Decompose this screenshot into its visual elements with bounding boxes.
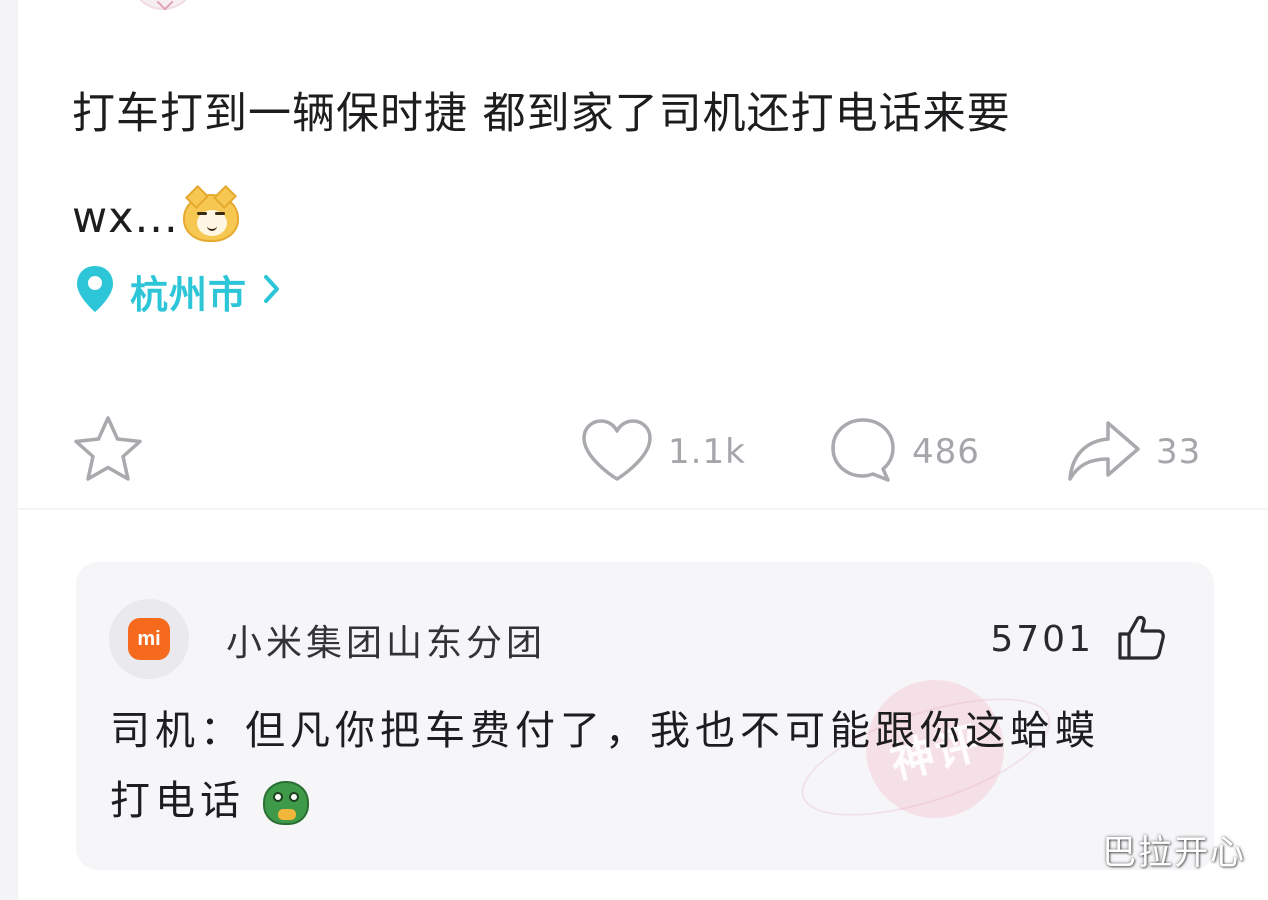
comment-count: 486: [912, 432, 980, 472]
speech-bubble-icon: [828, 415, 898, 489]
comment-text-line2-row: 打电话: [110, 766, 1200, 836]
comment-like-count: 5701: [990, 618, 1094, 660]
xiaomi-logo-icon: mi: [128, 618, 170, 660]
share-arrow-icon: [1066, 417, 1142, 487]
location-label: 杭州市: [130, 272, 248, 317]
post-content: 打车打到一辆保时捷 都到家了司机还打电话来要 wx...: [72, 62, 1222, 270]
featured-comment[interactable]: 神评 mi 小米集团山东分团 5701 司机：但凡你把车费付了，我也不可能跟你这…: [76, 562, 1214, 870]
chevron-right-icon: [261, 272, 283, 310]
comment-button[interactable]: 486: [828, 412, 980, 492]
comment-section: 神评 mi 小米集团山东分团 5701 司机：但凡你把车费付了，我也不可能跟你这…: [18, 510, 1268, 900]
star-icon: [70, 412, 146, 492]
watermark: 巴拉开心: [1102, 833, 1246, 873]
commenter-name[interactable]: 小米集团山东分团: [226, 614, 546, 666]
location-tag[interactable]: 杭州市: [74, 265, 283, 317]
heart-icon: [580, 417, 654, 487]
comment-text: 司机：但凡你把车费付了，我也不可能跟你这蛤蟆 打电话: [110, 696, 1200, 836]
post-text-line1: 打车打到一辆保时捷 都到家了司机还打电话来要: [72, 89, 1011, 139]
toad-emoji-icon: [262, 781, 309, 825]
like-count: 1.1k: [668, 432, 746, 472]
thumbs-up-icon: [1116, 612, 1166, 666]
comment-like-button[interactable]: 5701: [990, 604, 1166, 674]
smug-cat-emoji-icon: [182, 184, 239, 242]
commenter-avatar[interactable]: mi: [109, 599, 189, 679]
post-action-bar: 1.1k 486 33: [18, 412, 1268, 492]
favorite-button[interactable]: [70, 412, 146, 492]
post-card: 打车打到一辆保时捷 都到家了司机还打电话来要 wx... 杭州市 1.1k 48…: [18, 0, 1268, 508]
share-count: 33: [1156, 432, 1202, 472]
post-text-line2-row: wx...: [72, 166, 239, 270]
like-button[interactable]: 1.1k: [580, 412, 746, 492]
screenshot-page: 打车打到一辆保时捷 都到家了司机还打电话来要 wx... 杭州市 1.1k 48…: [0, 0, 1268, 900]
post-text-line2: wx...: [72, 193, 179, 243]
comment-text-line2: 打电话: [110, 778, 245, 824]
author-avatar[interactable]: [130, 0, 196, 10]
location-pin-icon: [74, 264, 116, 318]
share-button[interactable]: 33: [1066, 412, 1201, 492]
comment-text-line1: 司机：但凡你把车费付了，我也不可能跟你这蛤蟆: [110, 708, 1100, 754]
